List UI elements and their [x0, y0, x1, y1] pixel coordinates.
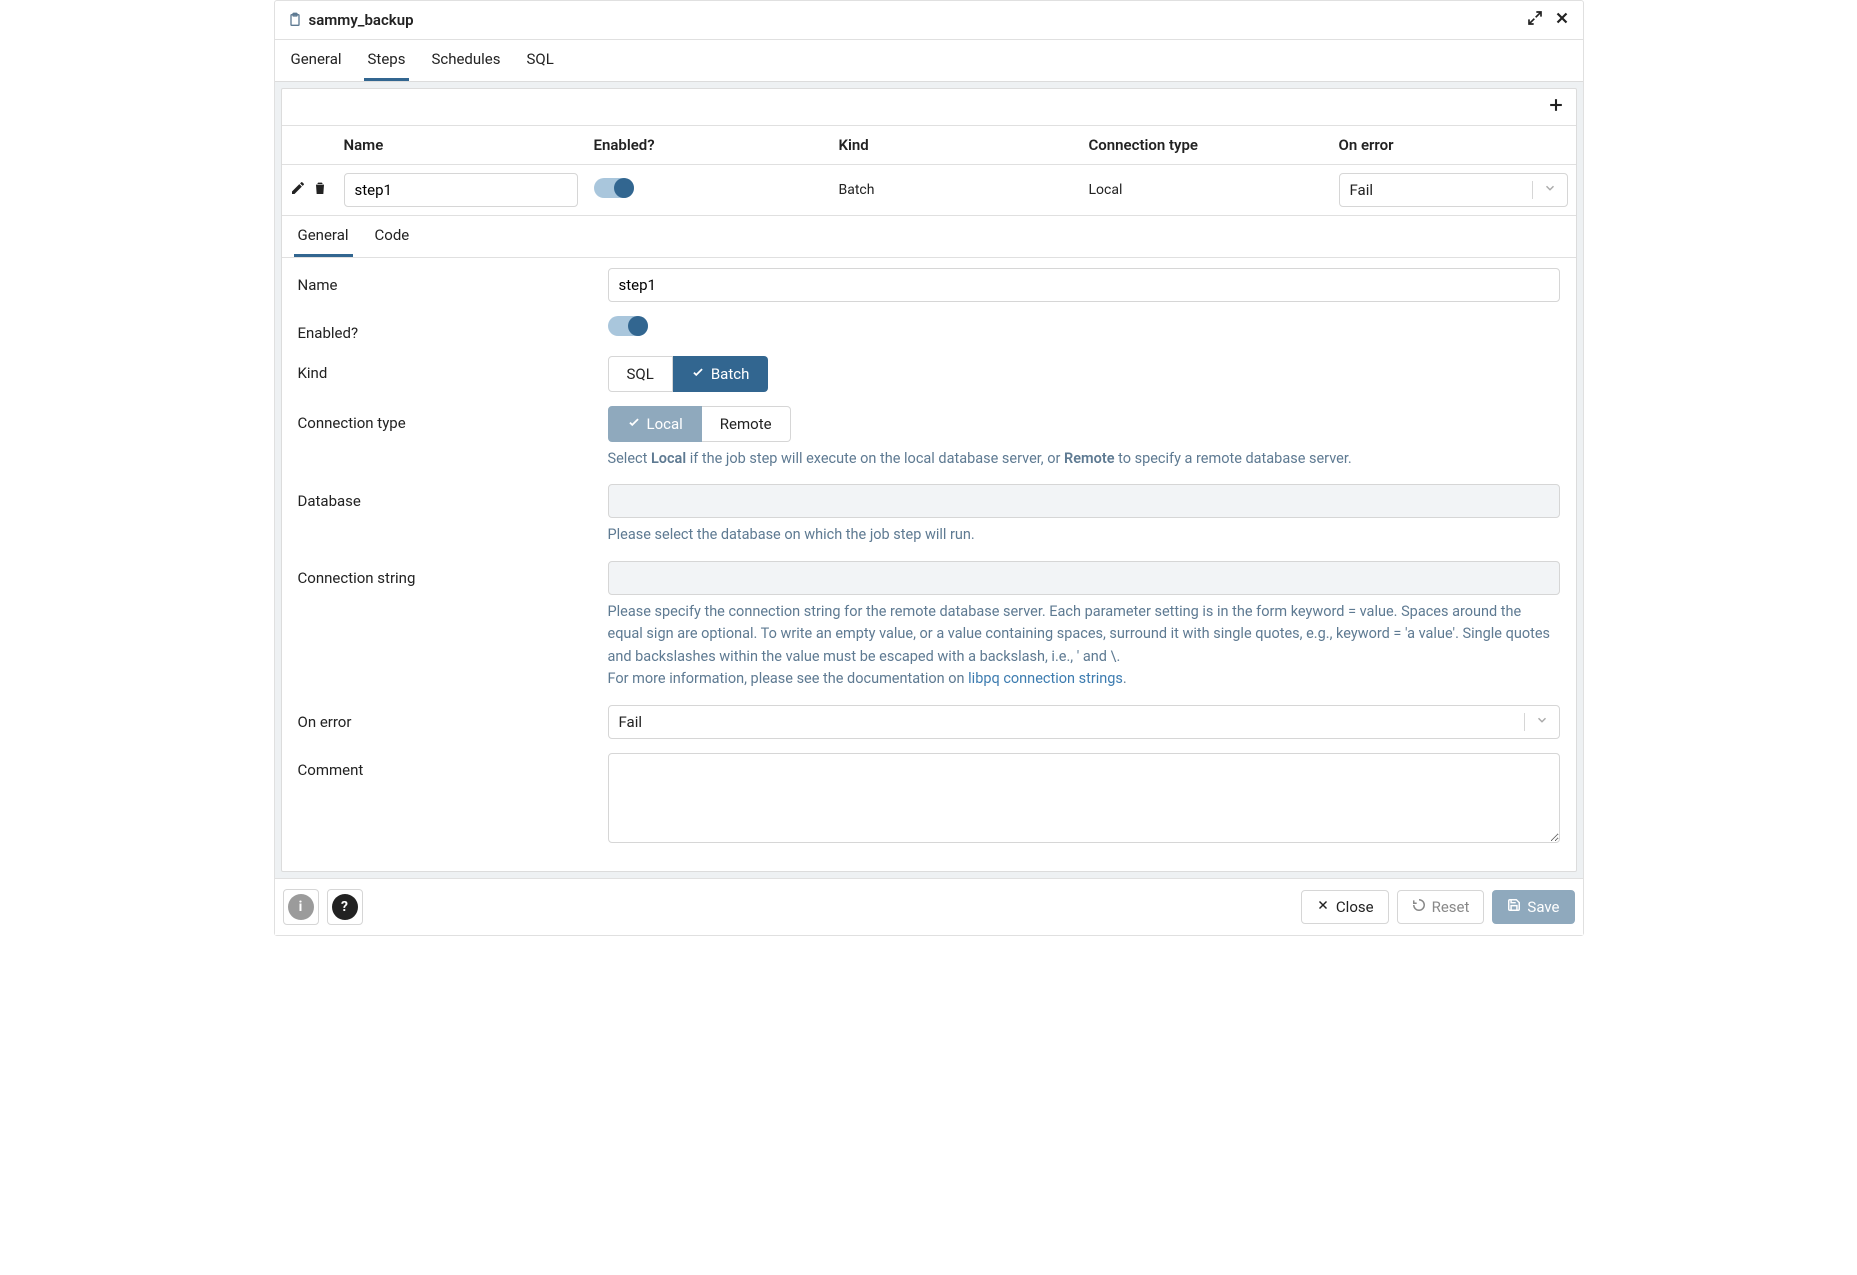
delete-row-icon[interactable]	[312, 180, 328, 200]
col-header-name: Name	[336, 126, 586, 164]
name-input[interactable]	[608, 268, 1560, 302]
reset-button[interactable]: Reset	[1397, 890, 1485, 924]
info-button[interactable]: i	[283, 889, 319, 925]
top-tabs: General Steps Schedules SQL	[275, 40, 1583, 82]
comment-textarea[interactable]	[608, 753, 1560, 843]
database-input	[608, 484, 1560, 518]
reset-button-label: Reset	[1432, 898, 1470, 916]
check-icon	[691, 365, 705, 383]
tab-schedules[interactable]: Schedules	[427, 40, 504, 81]
close-x-icon	[1316, 898, 1330, 916]
label-on-error: On error	[298, 705, 608, 731]
dialog-header: sammy_backup	[275, 1, 1583, 40]
label-connection-type: Connection type	[298, 406, 608, 432]
tab-general[interactable]: General	[287, 40, 346, 81]
row-kind-value: Batch	[831, 174, 1081, 206]
step-form: Name Enabled? Kind SQL	[282, 258, 1576, 871]
save-button-label: Save	[1527, 898, 1559, 916]
grid-toolbar	[282, 89, 1576, 126]
table-row: Batch Local Fail	[282, 165, 1576, 216]
connection-option-local[interactable]: Local	[608, 406, 702, 442]
row-on-error-select[interactable]: Fail	[1339, 173, 1568, 207]
connection-option-local-label: Local	[647, 415, 683, 433]
connection-string-input	[608, 561, 1560, 595]
col-header-connection-type: Connection type	[1081, 126, 1331, 164]
inner-tab-general[interactable]: General	[294, 216, 353, 257]
kind-option-sql[interactable]: SQL	[608, 356, 673, 392]
connection-type-button-group: Local Remote	[608, 406, 791, 442]
steps-grid: Name Enabled? Kind Connection type On er…	[281, 88, 1577, 872]
clipboard-icon	[287, 12, 303, 28]
dialog: sammy_backup General Steps Schedules SQL	[274, 0, 1584, 936]
info-icon: i	[288, 894, 314, 920]
connection-type-help: Select Local if the job step will execut…	[608, 448, 1560, 470]
connection-string-help: Please specify the connection string for…	[608, 601, 1560, 691]
maximize-icon[interactable]	[1527, 10, 1543, 30]
edit-row-icon[interactable]	[290, 180, 306, 200]
label-connection-string: Connection string	[298, 561, 608, 587]
step-inner-tabs: General Code	[282, 216, 1576, 258]
col-header-kind: Kind	[831, 126, 1081, 164]
kind-option-batch[interactable]: Batch	[673, 356, 769, 392]
save-button[interactable]: Save	[1492, 890, 1574, 924]
chevron-down-icon	[1524, 713, 1549, 731]
close-button-label: Close	[1336, 898, 1374, 916]
close-button[interactable]: Close	[1301, 890, 1389, 924]
row-enabled-toggle[interactable]	[594, 178, 634, 198]
help-button[interactable]: ?	[327, 889, 363, 925]
label-name: Name	[298, 268, 608, 294]
close-icon[interactable]	[1553, 9, 1571, 31]
chevron-down-icon	[1532, 181, 1557, 199]
col-header-on-error: On error	[1331, 126, 1576, 164]
grid-header-row: Name Enabled? Kind Connection type On er…	[282, 126, 1576, 165]
dialog-title: sammy_backup	[309, 11, 1527, 29]
on-error-value: Fail	[619, 713, 643, 731]
on-error-select[interactable]: Fail	[608, 705, 1560, 739]
enabled-toggle[interactable]	[608, 316, 648, 336]
reset-icon	[1412, 898, 1426, 916]
label-database: Database	[298, 484, 608, 510]
kind-option-batch-label: Batch	[711, 365, 750, 383]
help-icon: ?	[332, 894, 358, 920]
connection-option-remote[interactable]: Remote	[702, 406, 791, 442]
steps-panel: Name Enabled? Kind Connection type On er…	[275, 82, 1583, 878]
libpq-link[interactable]: libpq connection strings	[968, 670, 1123, 687]
row-connection-value: Local	[1081, 174, 1331, 206]
add-row-button[interactable]	[1546, 95, 1566, 119]
col-header-enabled: Enabled?	[586, 126, 831, 164]
check-icon	[627, 415, 641, 433]
tab-sql[interactable]: SQL	[523, 40, 558, 81]
save-icon	[1507, 898, 1521, 916]
inner-tab-code[interactable]: Code	[371, 216, 414, 257]
kind-button-group: SQL Batch	[608, 356, 769, 392]
tab-steps[interactable]: Steps	[364, 40, 410, 81]
label-kind: Kind	[298, 356, 608, 382]
label-enabled: Enabled?	[298, 316, 608, 342]
label-comment: Comment	[298, 753, 608, 779]
row-name-input[interactable]	[344, 173, 578, 207]
dialog-footer: i ? Close Reset Save	[275, 878, 1583, 935]
database-help: Please select the database on which the …	[608, 524, 1560, 546]
row-on-error-value: Fail	[1350, 181, 1374, 199]
